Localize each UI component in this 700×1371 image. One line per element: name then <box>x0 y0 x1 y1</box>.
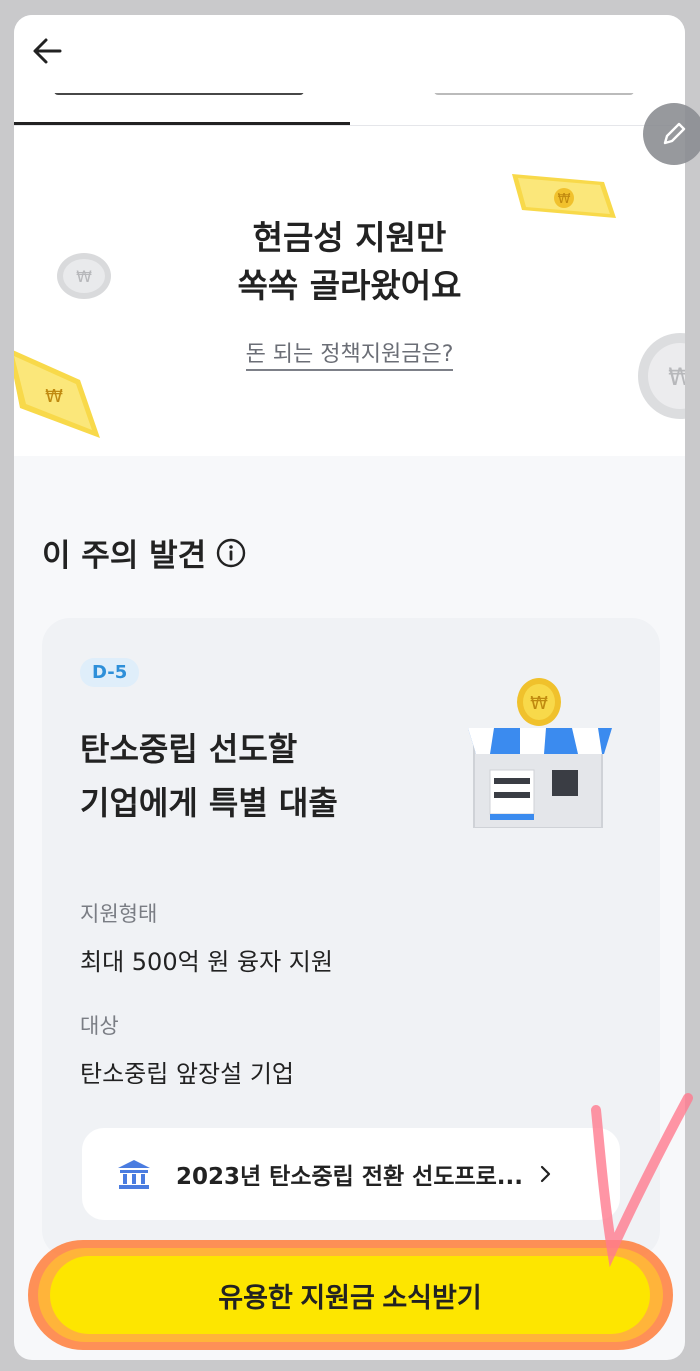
support-type-value: 최대 500억 원 융자 지원 <box>80 948 333 976</box>
hero-banner: ₩ ₩ ₩ ₩ 현금성 지원만 쏙쏙 골라왔어요 돈 되는 정책지원금은? <box>14 126 685 456</box>
svg-text:₩: ₩ <box>45 386 63 407</box>
edit-fab[interactable] <box>643 103 700 165</box>
dday-badge: D-5 <box>80 658 140 687</box>
bank-icon <box>118 1160 150 1189</box>
svg-text:₩: ₩ <box>558 192 571 207</box>
chevron-right-icon <box>540 1165 551 1183</box>
hero-title-line2: 쏙쏙 골라왔어요 <box>237 266 462 305</box>
info-icon[interactable] <box>216 538 246 568</box>
hero-title: 현금성 지원만 쏙쏙 골라왔어요 <box>14 214 685 310</box>
target-label: 대상 <box>80 1014 119 1038</box>
policy-link[interactable]: 돈 되는 정책지원금은? <box>14 336 685 371</box>
shop-illustration: ₩ <box>468 678 612 828</box>
section-title: 이 주의 발견 <box>42 530 246 575</box>
back-arrow-icon[interactable] <box>30 33 66 69</box>
target-value: 탄소중립 앞장설 기업 <box>80 1060 294 1088</box>
policy-link-text[interactable]: 돈 되는 정책지원금은? <box>245 342 454 371</box>
support-type-label: 지원형태 <box>80 902 158 926</box>
section-title-text: 이 주의 발견 <box>42 538 207 574</box>
svg-text:₩: ₩ <box>530 693 548 714</box>
program-link[interactable]: 2023년 탄소중립 전환 선도프로... <box>82 1128 620 1220</box>
card-title-line2: 기업에게 특별 대출 <box>80 784 338 822</box>
top-bar <box>14 15 685 140</box>
tab-active[interactable] <box>54 93 304 111</box>
tab-inactive[interactable] <box>434 93 634 111</box>
annotation-checkmark <box>591 1093 693 1268</box>
program-link-text[interactable]: 2023년 탄소중립 전환 선도프로... <box>176 1157 523 1191</box>
hero-title-line1: 현금성 지원만 <box>252 218 447 257</box>
card-title: 탄소중립 선도할 기업에게 특별 대출 <box>80 722 440 830</box>
card-title-line1: 탄소중립 선도할 <box>80 730 298 768</box>
pencil-icon <box>663 122 686 145</box>
